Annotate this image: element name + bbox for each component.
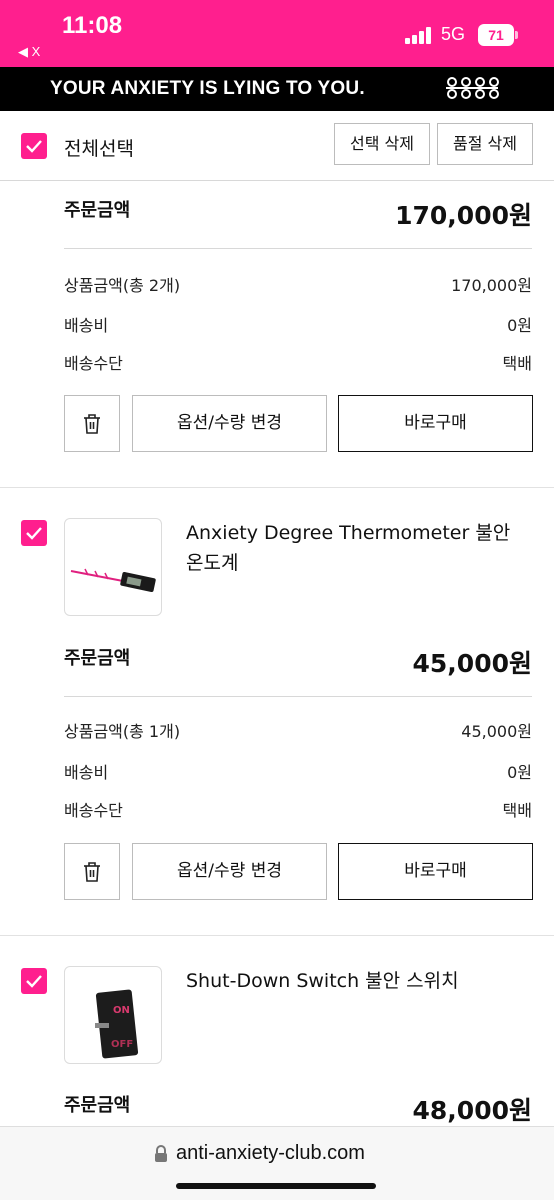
order-amount: 45,000원 xyxy=(412,649,532,678)
url-text[interactable]: anti-anxiety-club.com xyxy=(176,1142,365,1165)
trash-icon xyxy=(84,414,100,434)
svg-text:ON: ON xyxy=(113,1005,130,1016)
item-checkbox[interactable] xyxy=(21,520,47,546)
subtotal-label: 상품금액(총 2개) xyxy=(64,276,181,295)
divider xyxy=(64,248,532,249)
product-name[interactable]: Anxiety Degree Thermometer 불안 온도계 xyxy=(186,518,526,578)
shipping-fee-label: 배송비 xyxy=(64,316,109,335)
subtotal-value: 45,000원 xyxy=(461,722,532,741)
back-to-app-link[interactable]: ◀ X xyxy=(18,44,40,60)
order-amount-label: 주문금액 xyxy=(64,200,131,221)
network-type: 5G xyxy=(441,24,466,44)
delete-item-button[interactable] xyxy=(64,843,120,900)
change-option-button[interactable]: 옵션/수량 변경 xyxy=(132,843,327,900)
home-indicator xyxy=(176,1183,376,1189)
change-option-button[interactable]: 옵션/수량 변경 xyxy=(132,395,327,452)
brand-logo-icon xyxy=(446,77,499,99)
select-all-label: 전체선택 xyxy=(64,138,134,160)
shipping-fee-value: 0원 xyxy=(507,316,532,335)
check-icon xyxy=(26,140,42,153)
delete-selected-button[interactable]: 선택 삭제 xyxy=(334,123,430,165)
buy-now-button[interactable]: 바로구매 xyxy=(338,395,533,452)
buy-now-button[interactable]: 바로구매 xyxy=(338,843,533,900)
check-icon xyxy=(26,527,42,540)
signal-icon xyxy=(405,26,433,44)
shipping-method-label: 배송수단 xyxy=(64,801,123,820)
subtotal-value: 170,000원 xyxy=(451,276,532,295)
switch-image: ON OFF xyxy=(95,989,139,1059)
shipping-fee-value: 0원 xyxy=(507,763,532,782)
product-thumbnail[interactable]: ON OFF xyxy=(64,966,162,1064)
trash-icon xyxy=(84,862,100,882)
status-bar: 11:08 ◀ X 5G 71 xyxy=(0,0,554,67)
battery-icon: 71 xyxy=(478,24,514,46)
order-amount-label: 주문금액 xyxy=(64,648,131,669)
item-divider xyxy=(0,935,554,936)
banner-text: YOUR ANXIETY IS LYING TO YOU. xyxy=(50,78,365,99)
delete-soldout-button[interactable]: 품절 삭제 xyxy=(437,123,533,165)
select-all-checkbox[interactable] xyxy=(21,133,47,159)
order-amount: 170,000원 xyxy=(395,201,532,230)
battery-tip xyxy=(515,31,518,39)
divider xyxy=(64,696,532,697)
svg-text:OFF: OFF xyxy=(111,1039,133,1050)
order-amount: 48,000원 xyxy=(412,1096,532,1125)
shipping-fee-label: 배송비 xyxy=(64,763,109,782)
lock-icon xyxy=(155,1145,167,1162)
shipping-method-value: 택배 xyxy=(502,354,532,373)
item-divider xyxy=(0,487,554,488)
check-icon xyxy=(26,975,42,988)
product-thumbnail[interactable] xyxy=(64,518,162,616)
product-name[interactable]: Shut-Down Switch 불안 스위치 xyxy=(186,966,526,996)
shipping-method-value: 택배 xyxy=(502,801,532,820)
thermometer-image xyxy=(70,568,156,593)
shipping-method-label: 배송수단 xyxy=(64,354,123,373)
order-amount-label: 주문금액 xyxy=(64,1095,131,1116)
delete-item-button[interactable] xyxy=(64,395,120,452)
subtotal-label: 상품금액(총 1개) xyxy=(64,722,181,741)
item-checkbox[interactable] xyxy=(21,968,47,994)
clock: 11:08 xyxy=(62,12,123,39)
